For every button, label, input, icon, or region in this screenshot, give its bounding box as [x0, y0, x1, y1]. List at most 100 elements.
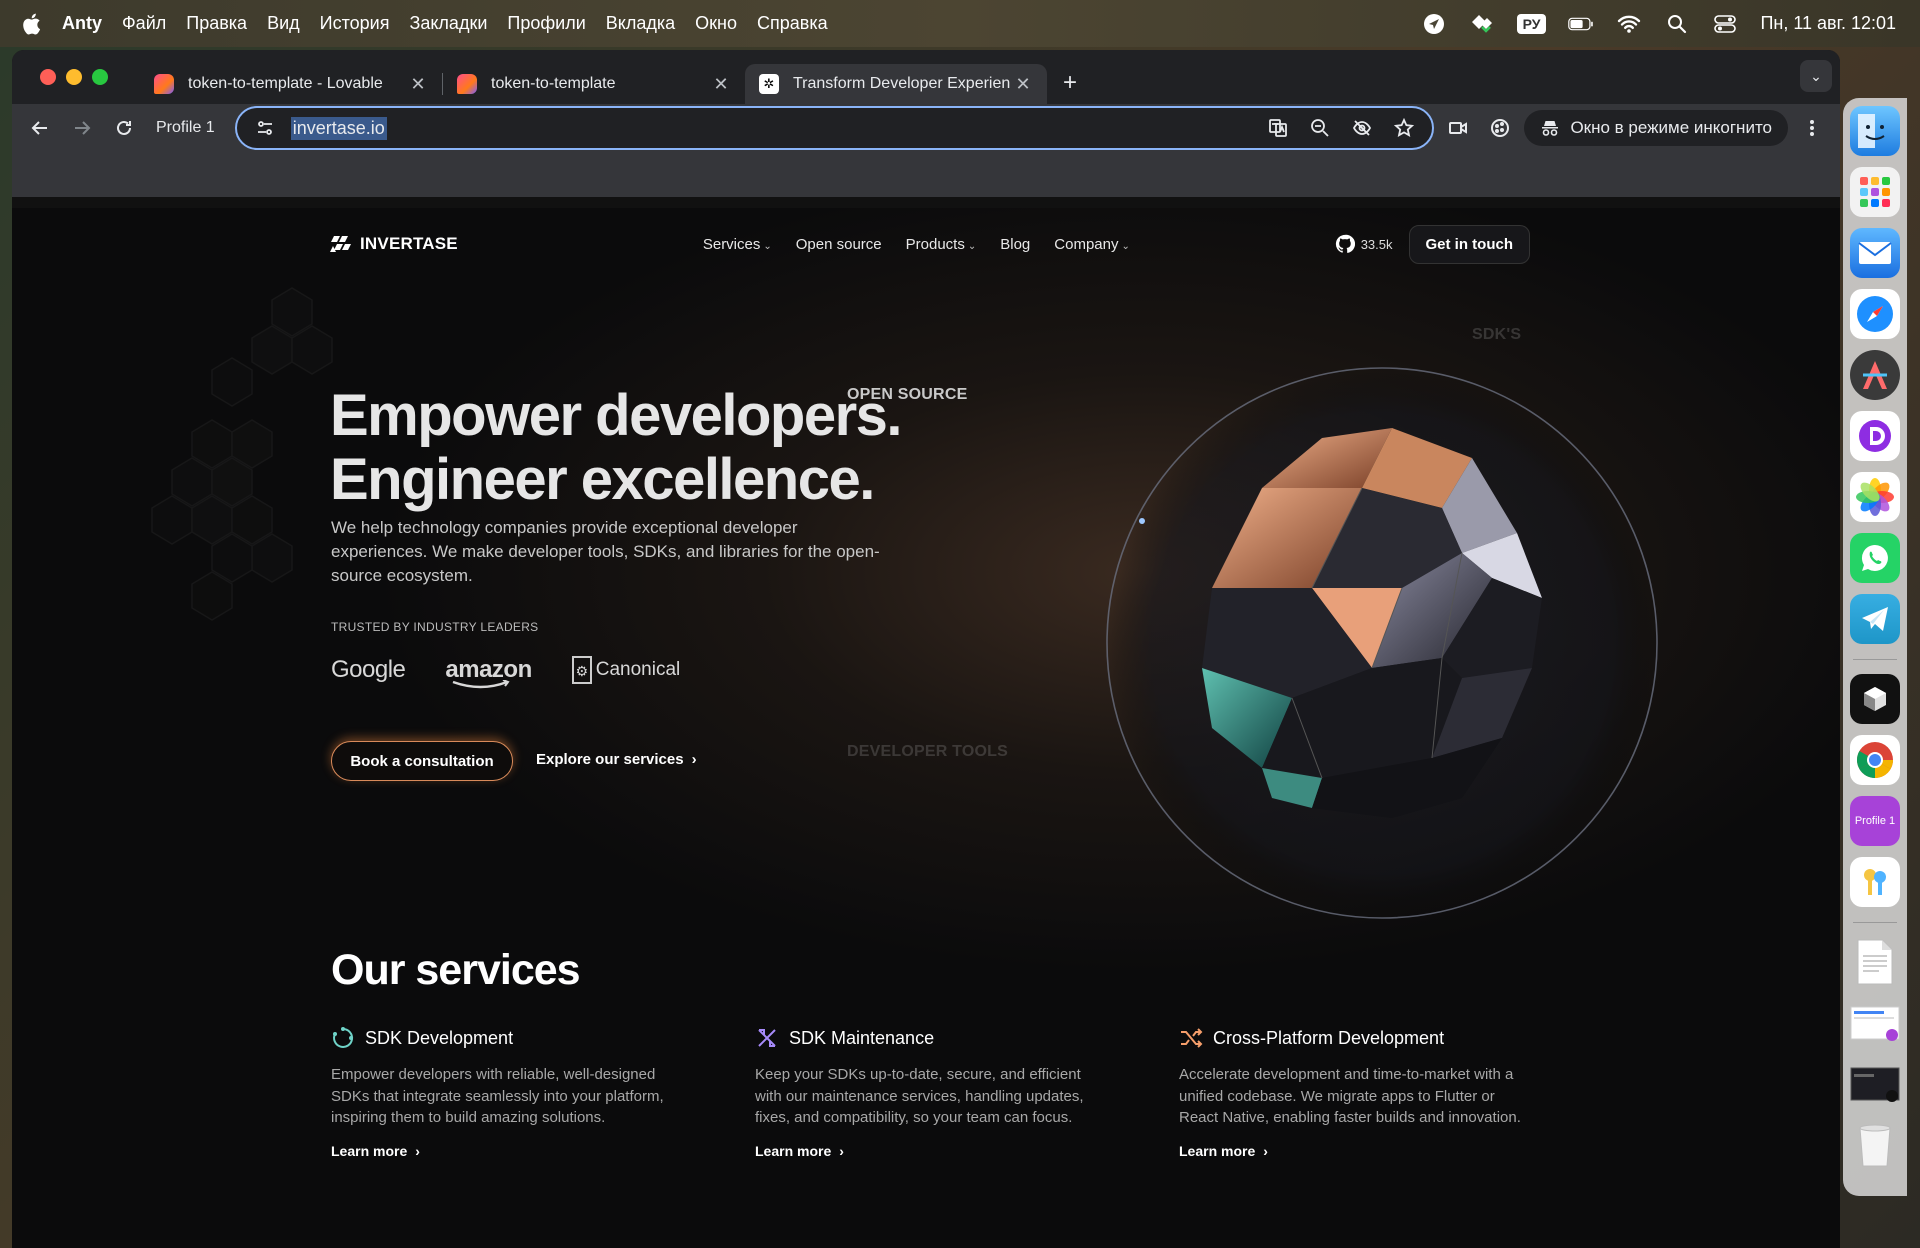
nav-open-source[interactable]: Open source: [796, 236, 882, 253]
keychain-icon[interactable]: [1850, 857, 1900, 907]
trash-icon[interactable]: [1850, 1120, 1900, 1170]
menu-file[interactable]: Файл: [112, 13, 176, 34]
input-language-indicator[interactable]: РУ: [1516, 13, 1547, 34]
vectorize-icon[interactable]: [1850, 350, 1900, 400]
chevron-right-icon: ›: [1263, 1142, 1268, 1159]
battery-icon[interactable]: [1568, 12, 1594, 36]
chevron-down-icon: ⌄: [1121, 240, 1130, 252]
nav-company[interactable]: Company ⌄: [1054, 236, 1130, 253]
txt-file-icon[interactable]: [1850, 937, 1900, 987]
chevron-right-icon: ›: [839, 1142, 844, 1159]
wifi-icon[interactable]: [1616, 12, 1642, 36]
get-in-touch-button[interactable]: Get in touch: [1408, 224, 1530, 264]
tools-icon: [758, 1029, 776, 1047]
profile-label[interactable]: Profile 1: [148, 119, 229, 137]
tab-search-chevron-icon[interactable]: ⌄: [1800, 60, 1832, 92]
service-title: SDK Development: [365, 1027, 514, 1048]
github-stars-count: 33.5k: [1360, 236, 1393, 252]
github-stars-link[interactable]: 33.5k: [1335, 234, 1393, 254]
incognito-badge[interactable]: Окно в режиме инкогнито: [1524, 110, 1788, 146]
menu-help[interactable]: Справка: [747, 13, 838, 34]
service-card-cross-platform: Cross-Platform Development Accelerate de…: [1179, 1026, 1539, 1159]
chevron-down-icon: ⌄: [967, 240, 977, 252]
tab-invertase-active[interactable]: ✲ Transform Developer Experien ✕: [745, 64, 1047, 104]
invertase-logo[interactable]: INVERTASE: [330, 233, 458, 255]
menu-history[interactable]: История: [310, 13, 400, 34]
cookie-icon[interactable]: [1482, 110, 1518, 146]
learn-more-link[interactable]: Learn more ›: [755, 1143, 1115, 1159]
book-consultation-button[interactable]: Book a consultation: [331, 741, 513, 781]
close-tab-icon[interactable]: ✕: [408, 74, 428, 95]
learn-more-link[interactable]: Learn more ›: [1179, 1143, 1539, 1159]
close-tab-icon[interactable]: ✕: [1013, 74, 1033, 95]
close-window-button[interactable]: [40, 69, 56, 85]
screenshot-dark-icon[interactable]: [1850, 1059, 1900, 1109]
site-nav: INVERTASE Services ⌄ Open source Products…: [330, 222, 1530, 266]
launchpad-icon[interactable]: [1850, 167, 1900, 217]
site-settings-icon[interactable]: [249, 112, 281, 144]
safari-icon[interactable]: [1850, 289, 1900, 339]
canonical-logo-text: Canonical: [595, 659, 681, 680]
tab-token-to-template[interactable]: token-to-template ✕: [443, 64, 745, 104]
vpn-diamond-icon[interactable]: [1469, 12, 1495, 36]
menu-tab[interactable]: Вкладка: [596, 13, 685, 34]
learn-more-label: Learn more: [331, 1142, 408, 1159]
explore-services-label: Explore our services: [536, 751, 684, 768]
screenshot-icon[interactable]: [1850, 998, 1900, 1048]
location-arrow-icon[interactable]: [1421, 12, 1447, 36]
new-tab-plus-icon[interactable]: +: [1063, 69, 1077, 97]
learn-more-label: Learn more: [755, 1142, 832, 1159]
whatsapp-icon[interactable]: [1850, 533, 1900, 583]
apple-icon[interactable]: [0, 12, 62, 36]
profile-icon[interactable]: Profile 1: [1850, 796, 1900, 846]
camera-icon[interactable]: [1440, 110, 1476, 146]
minimize-window-button[interactable]: [66, 69, 82, 85]
nav-company-label: Company: [1054, 235, 1119, 253]
nav-blog[interactable]: Blog: [1000, 236, 1030, 253]
tab-lovable[interactable]: token-to-template - Lovable ✕: [140, 64, 442, 104]
finder-icon[interactable]: [1850, 106, 1900, 156]
invertase-icon: ✲: [759, 74, 779, 94]
dock-separator: [1853, 922, 1897, 923]
learn-more-link[interactable]: Learn more ›: [331, 1143, 691, 1159]
hero-title-line-2: Engineer excellence.: [330, 447, 875, 512]
nav-services[interactable]: Services ⌄: [703, 236, 772, 253]
google-logo: Google: [331, 656, 406, 683]
cube-app-icon[interactable]: [1850, 674, 1900, 724]
translate-icon[interactable]: [1262, 112, 1294, 144]
photos-icon[interactable]: [1850, 472, 1900, 522]
amazon-smile-icon: [452, 680, 510, 689]
amazon-logo-text: amazon: [445, 656, 532, 683]
bookmark-star-icon[interactable]: [1388, 112, 1420, 144]
explore-services-link[interactable]: Explore our services ›: [536, 751, 697, 768]
mail-icon[interactable]: [1850, 228, 1900, 278]
forward-arrow-icon[interactable]: [64, 110, 100, 146]
telegram-icon[interactable]: [1850, 594, 1900, 644]
zoom-magnifier-icon[interactable]: [1304, 112, 1336, 144]
tab-strip: token-to-template - Lovable ✕ token-to-t…: [12, 50, 1840, 104]
chrome-icon[interactable]: [1850, 735, 1900, 785]
menu-edit[interactable]: Правка: [176, 13, 257, 34]
browser-window: token-to-template - Lovable ✕ token-to-t…: [12, 50, 1840, 1248]
menu-app-name[interactable]: Anty: [62, 13, 112, 34]
eye-slash-icon[interactable]: [1346, 112, 1378, 144]
menu-view[interactable]: Вид: [257, 13, 310, 34]
invertase-logo-mark-icon: [330, 236, 351, 252]
nav-products[interactable]: Products ⌄: [906, 236, 977, 253]
url-text[interactable]: invertase.io: [290, 116, 387, 140]
back-arrow-icon[interactable]: [22, 110, 58, 146]
dash-icon[interactable]: [1850, 411, 1900, 461]
control-center-icon[interactable]: [1712, 12, 1738, 36]
zoom-window-button[interactable]: [92, 69, 108, 85]
close-tab-icon[interactable]: ✕: [711, 74, 731, 95]
service-description: Accelerate development and time-to-marke…: [1179, 1066, 1521, 1126]
address-bar[interactable]: invertase.io: [234, 106, 1435, 150]
menu-bookmarks[interactable]: Закладки: [399, 13, 497, 34]
menu-window[interactable]: Окно: [685, 13, 747, 34]
more-menu-icon[interactable]: [1794, 110, 1830, 146]
spotlight-search-icon[interactable]: [1664, 12, 1690, 36]
menu-profiles[interactable]: Профили: [497, 13, 595, 34]
menubar-clock[interactable]: Пн, 11 авг. 12:01: [1760, 13, 1896, 34]
macos-dock: Profile 1: [1843, 98, 1907, 1196]
reload-icon[interactable]: [106, 110, 142, 146]
